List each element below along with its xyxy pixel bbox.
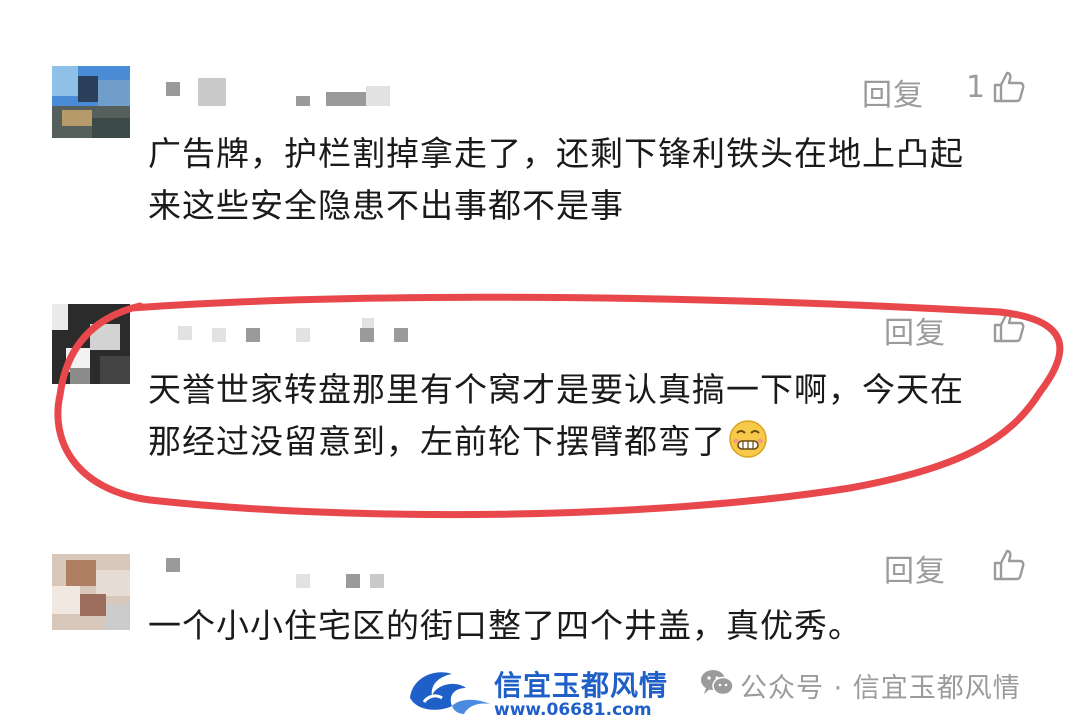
blurred-username — [166, 558, 180, 572]
watermark-title: 信宜玉都风情 — [494, 669, 669, 702]
blurred-username — [370, 574, 384, 588]
watermark-url: www.06681.com — [494, 700, 652, 720]
blurred-username — [296, 328, 310, 342]
comment-text: 天誉世家转盘那里有个窝才是要认真搞一下啊，今天在 那经过没留意到，左前轮下摆臂都… — [148, 370, 964, 461]
reply-button[interactable]: 回复 — [884, 546, 946, 590]
blurred-username — [326, 92, 366, 106]
blurred-username — [178, 326, 192, 340]
reply-button[interactable]: 回复 — [862, 70, 924, 114]
blurred-username — [296, 574, 310, 588]
comment-item-highlighted: 回复 天誉世家转盘那里有个窝才是要认真搞一下啊，今天在 那经过没留意到，左前轮下… — [0, 290, 1080, 510]
wechat-icon — [701, 670, 734, 696]
thumbs-up-icon[interactable] — [992, 548, 1026, 582]
comment-item: 回复 1 广告牌，护栏割掉拿走了，还剩下锋利铁头在地上凸起 来这些安全隐患不出事… — [0, 0, 1080, 260]
footer-watermark: 信宜玉都风情 www.06681.com 公众号 · 信宜玉都风情 — [0, 648, 1080, 726]
reply-button[interactable]: 回复 — [884, 308, 946, 352]
blurred-username — [394, 328, 408, 342]
blurred-username — [246, 328, 260, 342]
wave-logo-icon — [410, 672, 490, 714]
blurred-username — [296, 96, 310, 106]
like-count: 1 — [966, 70, 986, 105]
avatar[interactable] — [52, 554, 130, 630]
blurred-username — [360, 328, 374, 342]
blurred-username — [346, 574, 360, 588]
avatar[interactable] — [52, 66, 130, 138]
comment-text: 一个小小住宅区的街口整了四个井盖，真优秀。 — [148, 606, 862, 645]
blurred-username — [212, 328, 226, 342]
grimace-emoji-icon — [729, 420, 767, 458]
blurred-username — [366, 86, 390, 106]
comment-text: 广告牌，护栏割掉拿走了，还剩下锋利铁头在地上凸起 来这些安全隐患不出事都不是事 — [148, 134, 964, 225]
thumbs-up-icon[interactable] — [992, 70, 1026, 104]
avatar[interactable] — [52, 304, 130, 384]
blurred-username — [198, 78, 226, 106]
comment-screenshot: 回复 1 广告牌，护栏割掉拿走了，还剩下锋利铁头在地上凸起 来这些安全隐患不出事… — [0, 0, 1080, 726]
account-label: 公众号 · 信宜玉都风情 — [740, 673, 1021, 704]
thumbs-up-icon[interactable] — [992, 310, 1026, 344]
comment-item: 回复 一个小小住宅区的街口整了四个井盖，真优秀。 — [0, 540, 1080, 650]
blurred-username — [166, 82, 180, 96]
